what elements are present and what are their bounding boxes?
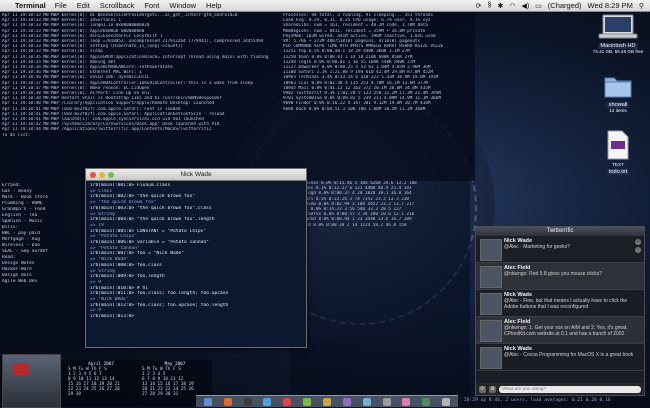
document-label: todo.txt <box>606 169 630 175</box>
todo-line: Agile Web Dev <box>2 279 38 284</box>
irb-input-line: irb(main):013:0> <box>90 314 135 320</box>
trash-icon[interactable] <box>442 397 451 406</box>
process-list-pane: 18 Terminal 0.0% 0:15.46 5 106 6260 34.6… <box>290 181 470 396</box>
tweet-text: @nkwngo: Red 9.8 gives you mouse clicks? <box>504 271 602 277</box>
app-icon[interactable] <box>422 397 431 406</box>
avatar[interactable] <box>480 320 502 342</box>
mail-icon[interactable] <box>322 397 331 406</box>
safari-icon[interactable] <box>263 397 272 406</box>
folder-icon <box>604 77 632 98</box>
avatar[interactable] <box>480 293 502 315</box>
finder-icon[interactable] <box>203 397 212 406</box>
calendar-month-may: May 2007 S M Tu W Th F S 1 2 3 4 5 6 7 8… <box>140 362 210 397</box>
menu-bar: Terminal File Edit Scrollback Font Windo… <box>0 0 650 12</box>
window-title: Nick Wade <box>180 171 212 178</box>
todo-list-pane[interactable]: Errand: Gas - money Mark - Book store Pl… <box>0 181 88 351</box>
tweet-item[interactable]: Alec Field @nkwngo: 1. Get your sox on A… <box>476 317 644 344</box>
desktop-icon-todo-file[interactable]: TEXT todo.txt <box>588 130 648 175</box>
script-icon[interactable]: § <box>488 2 492 9</box>
folder-info: 14 items <box>609 108 627 113</box>
preview-icon[interactable] <box>362 397 371 406</box>
tweet-text: @Alec - Marketing for geeks? <box>504 244 570 250</box>
document-badge: TEXT <box>612 162 624 167</box>
terminal-log-window[interactable]: Apr 11 19:10:33 MB-MBP kernel[0]: UC Ben… <box>0 11 475 181</box>
twitterrific-window[interactable]: Twitterrific Nick Wade @Alec - Marketing… <box>475 226 645 396</box>
text-document-icon <box>607 130 629 160</box>
menu-font[interactable]: Font <box>144 1 159 10</box>
irb-session[interactable]: irb(main):001:0> Fixnum.class => Class irb… <box>86 181 306 345</box>
laptop-icon <box>598 14 638 39</box>
ichat-icon[interactable] <box>303 397 312 406</box>
twitterrific-title[interactable]: Twitterrific <box>476 227 644 236</box>
tweet-item[interactable]: Nick Wade @Alec - Cocoa Programming for … <box>476 344 644 371</box>
irb-terminal-window[interactable]: Nick Wade irb(main):001:0> Fixnum.class =… <box>85 168 307 348</box>
console-log: Apr 11 19:10:33 MB-MBP kernel[0]: UC Ben… <box>2 13 282 138</box>
tweet-text: @nkwngo: 1. Get your sox on AIM and 2. Y… <box>504 325 628 337</box>
twitterrific-toolbar: ⟳ ⚙ <box>476 383 644 395</box>
menu-app-name[interactable]: Terminal <box>15 1 46 10</box>
bluetooth-icon[interactable]: ✱ <box>497 2 503 10</box>
gear-icon[interactable]: ⚙ <box>489 385 496 393</box>
calendar-week: 29 30 <box>68 392 81 397</box>
menu-window[interactable]: Window <box>169 1 196 10</box>
tweet-text: @Alec - Cocoa Programming for MacOS X is… <box>504 352 634 358</box>
log-line: To do list: <box>2 132 31 138</box>
status-input[interactable] <box>499 385 641 393</box>
tweet-item[interactable]: Alec Field @nkwngo: Red 9.8 gives you mo… <box>476 263 644 290</box>
avatar[interactable] <box>480 239 502 261</box>
menu-scrollback[interactable]: Scrollback <box>100 1 135 10</box>
calendar-month-april: April 2007 S M Tu W Th F S 1 2 3 4 5 6 7… <box>66 362 136 397</box>
process-line: 28 kextd 0.0% 0:00.38 2 14 1224 58.2 46.… <box>290 222 407 228</box>
top-output: Processes: 94 total, 3 running, 91 sleep… <box>283 13 473 112</box>
tweet-item[interactable]: Nick Wade @Alec - Marketing for geeks? ↩… <box>476 236 644 263</box>
menu-edit[interactable]: Edit <box>77 1 90 10</box>
refresh-icon[interactable]: ⟳ <box>479 385 486 393</box>
volume-icon[interactable]: ◀) <box>521 2 529 10</box>
menu-clock[interactable]: Wed 8:29 PM <box>588 1 633 10</box>
uptime-status: 20:29 up 8:46, 2 users, load averages: 0… <box>462 398 650 407</box>
avatar[interactable] <box>480 266 502 288</box>
hard-drive-info: 74.41 GB, 55.46 GB free <box>592 49 644 54</box>
sync-icon[interactable]: ⟳ <box>476 2 482 10</box>
flag-shape <box>13 363 29 375</box>
tweet-text: @Alec - Fine, but that means I actually … <box>504 298 628 310</box>
firefox-icon[interactable] <box>223 397 232 406</box>
desktop-photo <box>2 354 61 408</box>
dock <box>196 395 458 407</box>
preferences-icon[interactable] <box>382 397 391 406</box>
top-line: 9688 Dock 0.0% 0:04.51 3 108 180 1.88M 1… <box>283 106 426 112</box>
reply-icon[interactable]: ↩ <box>635 239 641 245</box>
calendar-widget: April 2007 S M Tu W Th F S 1 2 3 4 5 6 7… <box>62 360 212 406</box>
battery-icon[interactable]: ▭ <box>535 2 542 10</box>
itunes-icon[interactable] <box>342 397 351 406</box>
menu-file[interactable]: File <box>55 1 67 10</box>
desktop-icon-hard-drive[interactable]: Macintosh HD 74.41 GB, 55.46 GB free <box>588 14 648 55</box>
battery-status[interactable]: (Charged) <box>548 1 582 10</box>
ical-icon[interactable] <box>283 397 292 406</box>
terminal-icon[interactable] <box>243 397 252 406</box>
tweet-item[interactable]: Nick Wade @Alec - Fine, but that means I… <box>476 290 644 317</box>
spotlight-icon[interactable]: ⚲ <box>639 2 644 10</box>
menu-help[interactable]: Help <box>206 1 221 10</box>
desktop-icon-folder[interactable]: showall 14 items <box>588 73 648 114</box>
app-icon[interactable] <box>402 397 411 406</box>
info-icon[interactable]: i <box>635 247 641 253</box>
window-titlebar[interactable]: Nick Wade <box>86 169 306 181</box>
avatar[interactable] <box>480 347 502 369</box>
wifi-icon[interactable]: ◠ <box>509 2 515 10</box>
menu-extras: ⟳ § ✱ ◠ ◀) ▭ (Charged) Wed 8:29 PM ⚲ <box>476 1 650 10</box>
